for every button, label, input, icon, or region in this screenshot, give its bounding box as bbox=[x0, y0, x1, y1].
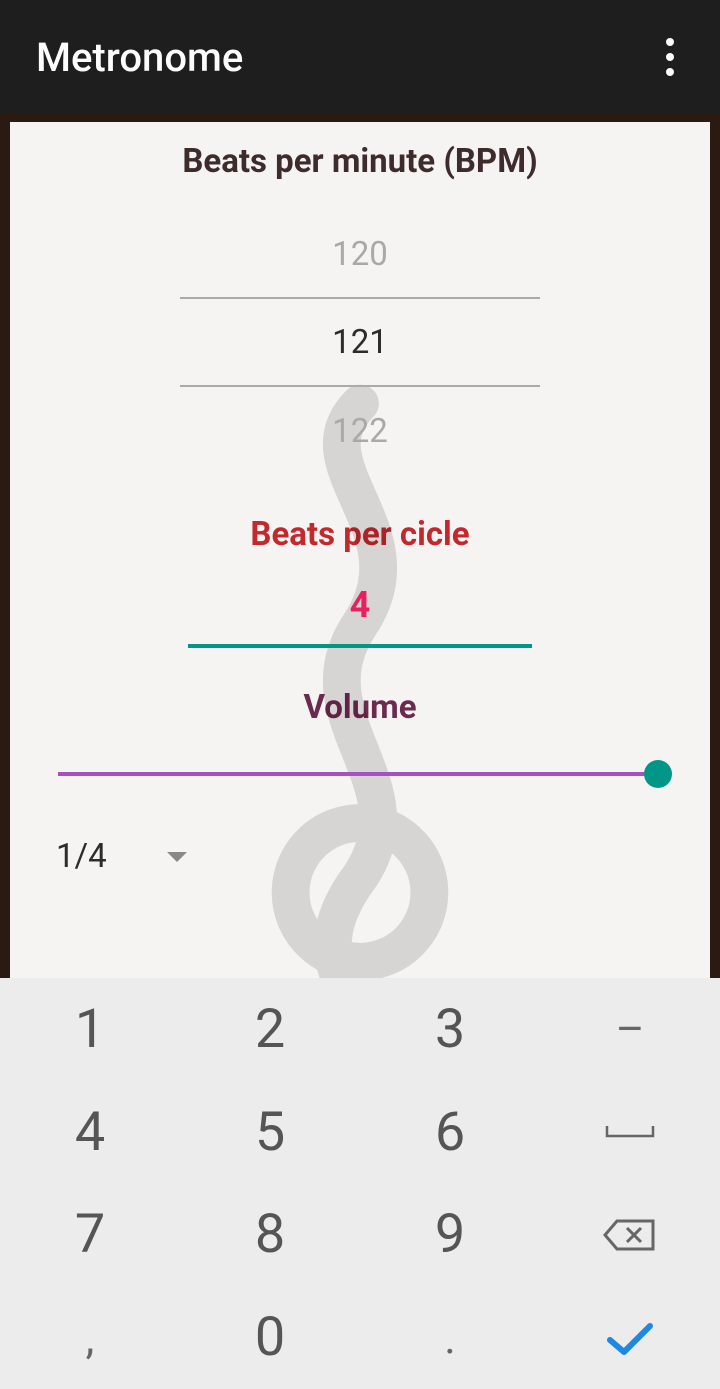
key-3[interactable]: 3 bbox=[360, 978, 540, 1081]
bpm-label: Beats per minute (BPM) bbox=[10, 142, 710, 181]
key-backspace[interactable] bbox=[540, 1184, 720, 1287]
key-space[interactable] bbox=[540, 1081, 720, 1184]
volume-label: Volume bbox=[10, 688, 710, 727]
wood-frame: Beats per minute (BPM) 120 121 122 Beats… bbox=[0, 114, 720, 978]
key-9[interactable]: 9 bbox=[360, 1184, 540, 1287]
more-options-button[interactable] bbox=[646, 33, 694, 81]
key-2[interactable]: 2 bbox=[180, 978, 360, 1081]
volume-slider-thumb[interactable] bbox=[644, 760, 672, 788]
space-icon bbox=[603, 1122, 657, 1142]
key-7[interactable]: 7 bbox=[0, 1184, 180, 1287]
key-done[interactable] bbox=[540, 1286, 720, 1389]
beats-per-cycle-value: 4 bbox=[350, 584, 371, 626]
key-1[interactable]: 1 bbox=[0, 978, 180, 1081]
checkmark-icon bbox=[602, 1318, 658, 1358]
key-4[interactable]: 4 bbox=[0, 1081, 180, 1184]
more-vert-icon bbox=[665, 37, 675, 77]
numeric-keyboard: 1 2 3 – 4 5 6 7 8 9 , 0 . bbox=[0, 978, 720, 1389]
note-value-selected: 1/4 bbox=[56, 837, 107, 876]
key-5[interactable]: 5 bbox=[180, 1081, 360, 1184]
backspace-icon bbox=[601, 1215, 659, 1255]
dropdown-caret-icon bbox=[167, 852, 187, 862]
app-bar: Metronome bbox=[0, 0, 720, 114]
bpm-prev-value[interactable]: 120 bbox=[180, 211, 540, 299]
app-title: Metronome bbox=[36, 34, 243, 81]
bpm-current-value[interactable]: 121 bbox=[180, 299, 540, 387]
bpm-number-picker[interactable]: 120 121 122 bbox=[180, 211, 540, 475]
beats-per-cycle-label: Beats per cicle bbox=[10, 515, 710, 554]
key-dot[interactable]: . bbox=[360, 1286, 540, 1389]
key-6[interactable]: 6 bbox=[360, 1081, 540, 1184]
note-value-dropdown[interactable]: 1/4 bbox=[56, 837, 187, 876]
key-dash[interactable]: – bbox=[540, 978, 720, 1081]
key-8[interactable]: 8 bbox=[180, 1184, 360, 1287]
bpm-next-value[interactable]: 122 bbox=[180, 387, 540, 475]
key-comma[interactable]: , bbox=[0, 1286, 180, 1389]
main-panel: Beats per minute (BPM) 120 121 122 Beats… bbox=[10, 122, 710, 978]
volume-slider[interactable] bbox=[58, 759, 662, 789]
beats-per-cycle-input[interactable]: 4 bbox=[188, 584, 532, 648]
volume-slider-track bbox=[58, 772, 662, 776]
key-0[interactable]: 0 bbox=[180, 1286, 360, 1389]
